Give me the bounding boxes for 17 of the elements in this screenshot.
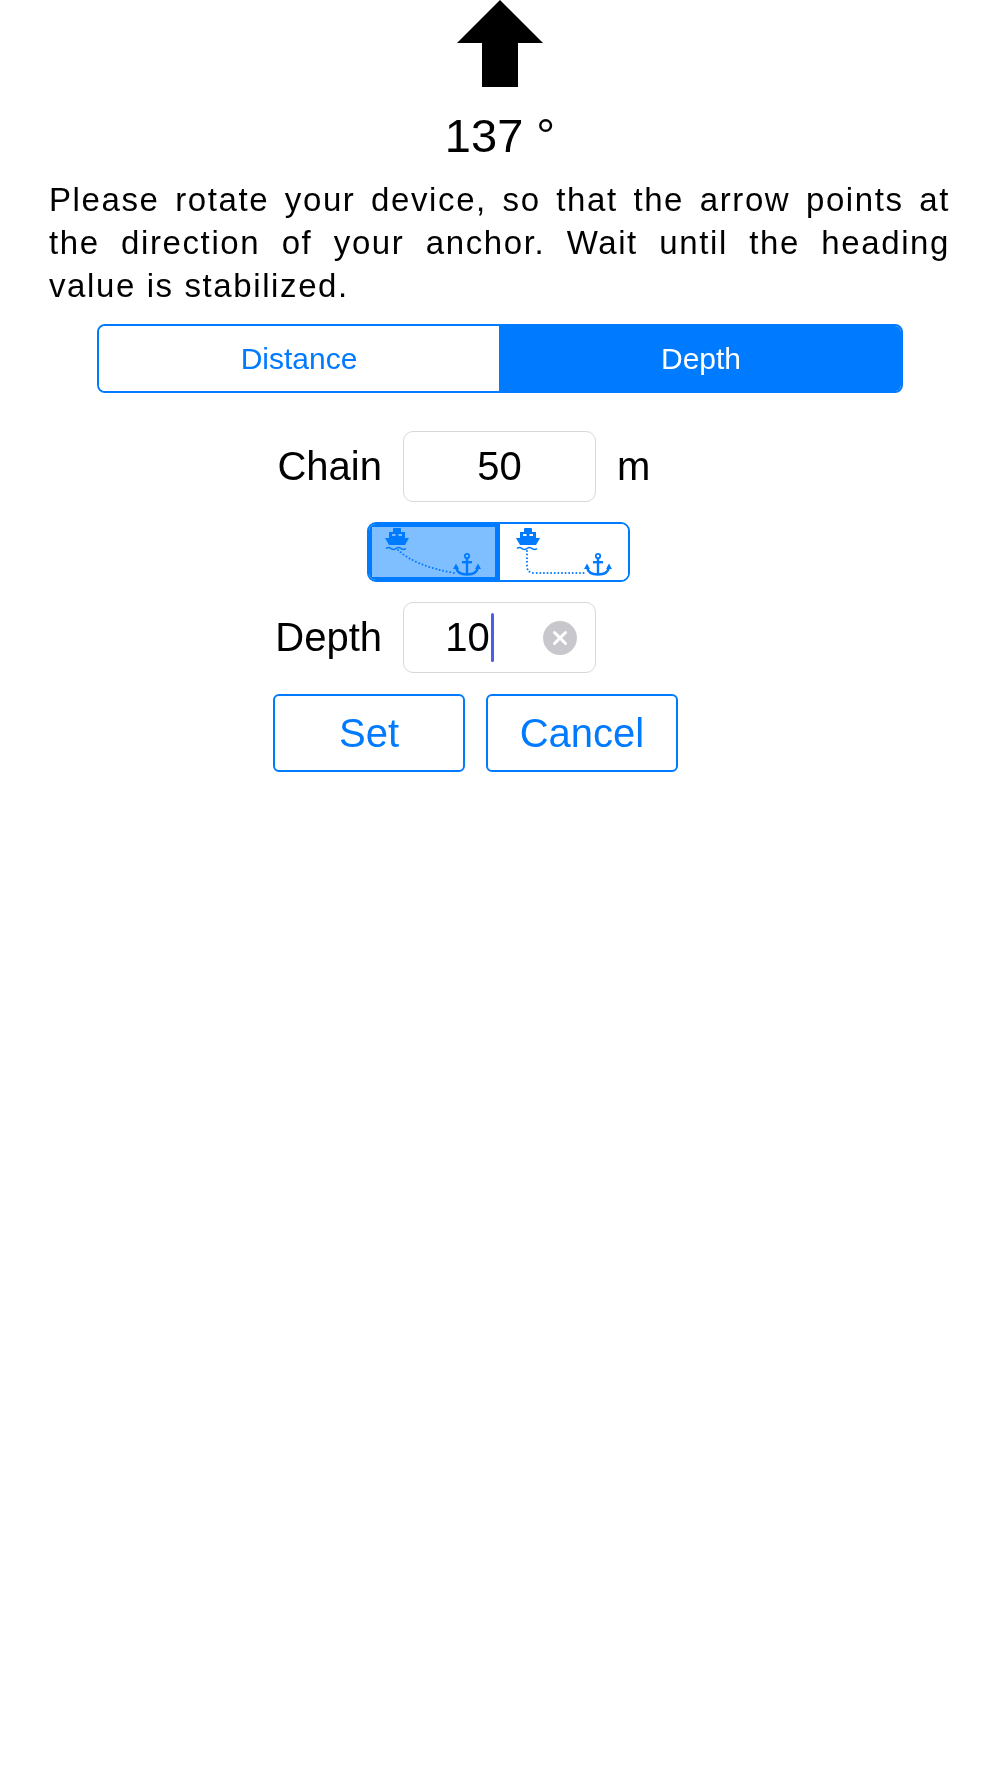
unit-label: m	[617, 444, 651, 489]
chain-layout-option[interactable]	[497, 524, 628, 580]
up-arrow-icon	[457, 0, 543, 87]
text-cursor-icon	[490, 613, 494, 662]
field-label: Chain	[277, 444, 382, 489]
depth-input-field[interactable]: 10	[403, 602, 596, 673]
boat-anchor-vertical-icon	[515, 528, 612, 576]
heading-value: 137 °	[444, 109, 556, 163]
mode-tab[interactable]: Depth	[499, 326, 901, 391]
chain-layout-option[interactable]	[369, 524, 498, 580]
boat-anchor-diagonal-icon	[385, 528, 482, 576]
action-button[interactable]: Cancel	[486, 694, 678, 772]
clear-icon[interactable]	[543, 620, 577, 655]
action-button[interactable]: Set	[273, 694, 465, 772]
field-label: Depth	[275, 615, 382, 660]
chain-input-field[interactable]: 50	[403, 431, 596, 502]
instruction-text: Please rotate your device, so that the arrow points at the direction of your anchor. Wait until the heading value is stabilized.	[49, 180, 950, 306]
